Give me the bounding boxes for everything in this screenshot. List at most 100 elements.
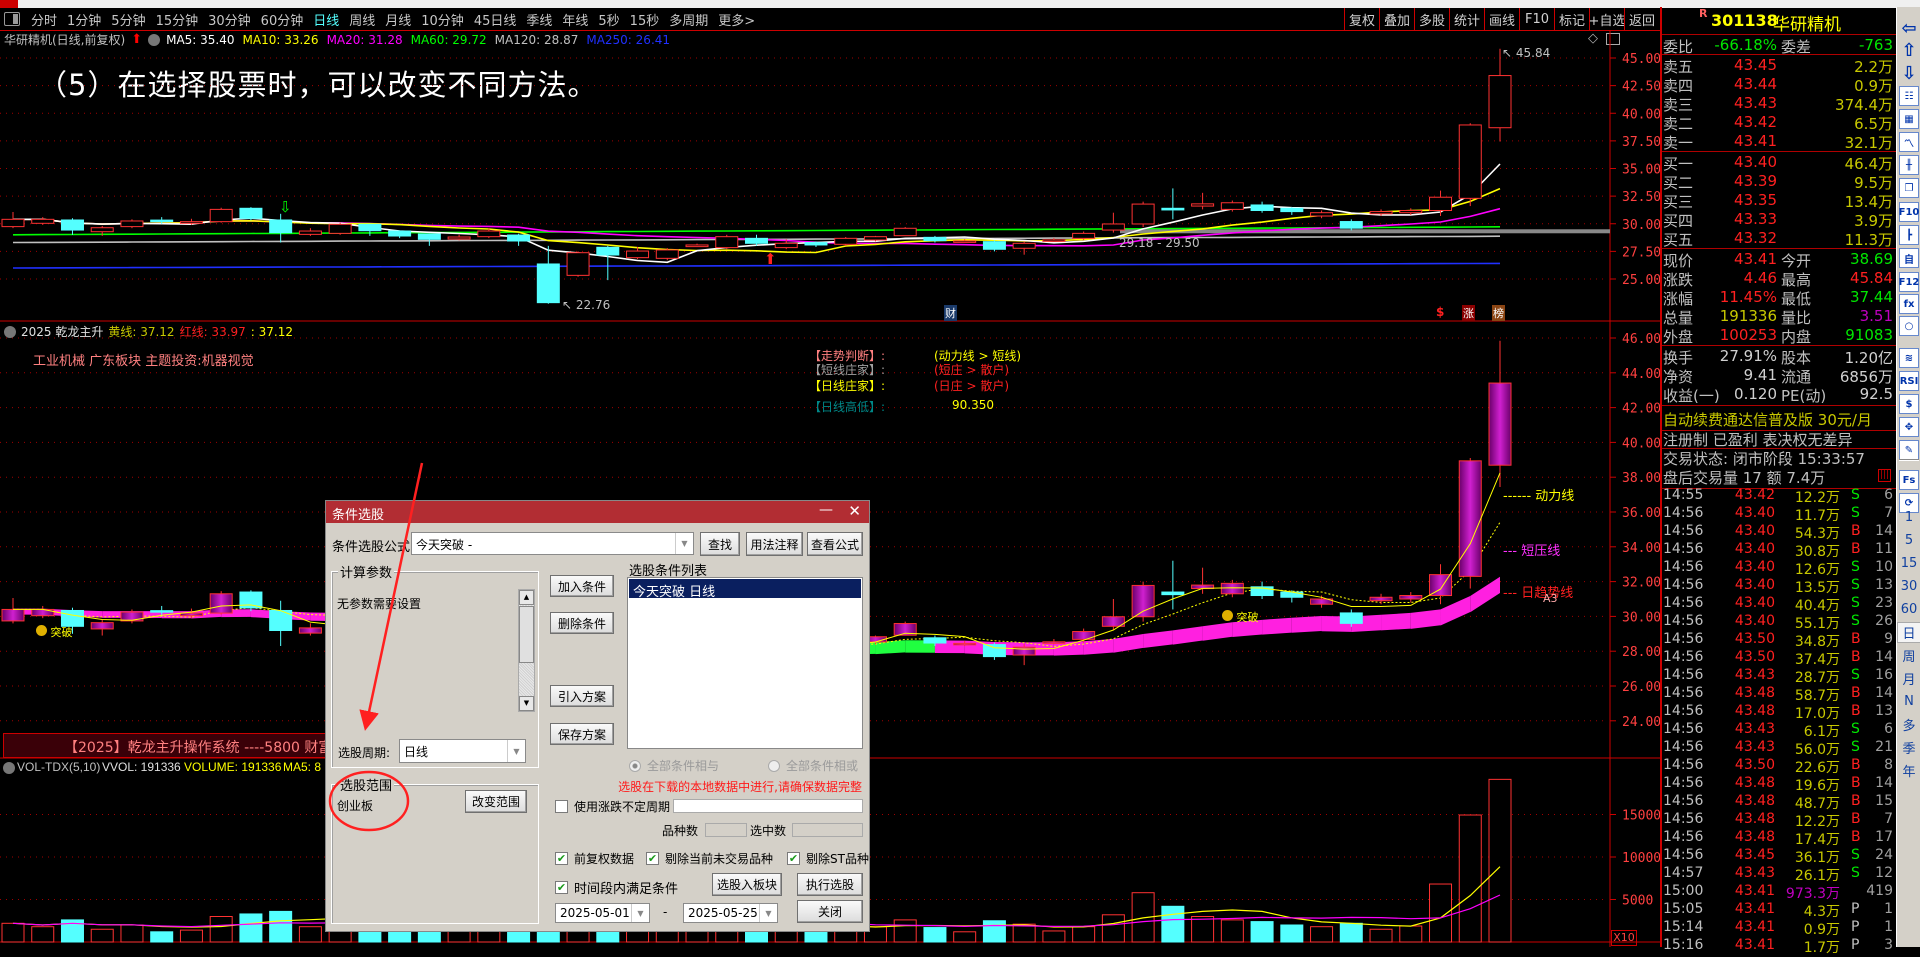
price-candle[interactable] xyxy=(417,233,441,240)
collapse-circle-icon[interactable] xyxy=(3,762,15,774)
price-candle[interactable] xyxy=(834,237,858,245)
limit-up-marker[interactable]: 涨 xyxy=(1462,305,1475,321)
move-icon[interactable]: ✥ xyxy=(1899,417,1919,437)
sidebar-period-2[interactable]: 15 xyxy=(1897,553,1920,574)
dollar-icon[interactable]: $ xyxy=(1899,394,1919,414)
add-condition-button[interactable]: 加入条件 xyxy=(550,575,614,597)
bids-row[interactable]: 买二 43.39 9.5万 xyxy=(1663,172,1894,192)
scroll-down-icon[interactable]: ▼ xyxy=(519,696,534,711)
indicator-candle[interactable] xyxy=(179,612,203,617)
checkbox-icon[interactable]: ✔ xyxy=(787,852,800,865)
indicator-candle[interactable] xyxy=(1072,631,1096,640)
sidebar-period-11[interactable]: 年 xyxy=(1897,760,1920,781)
checkbox-icon[interactable]: ✔ xyxy=(646,852,659,865)
price-candle[interactable] xyxy=(150,219,174,223)
up-arrow-icon[interactable]: ⇧ xyxy=(1899,40,1919,61)
indicator-candle[interactable] xyxy=(90,622,114,630)
view-formula-button[interactable]: 查看公式 xyxy=(807,532,863,556)
volume-bar[interactable] xyxy=(1399,925,1423,943)
system-banner[interactable]: 【2025】乾龙主升操作系统 ----5800 财富币--- xyxy=(3,733,362,758)
volume-bar[interactable] xyxy=(239,913,263,943)
price-candle[interactable] xyxy=(715,236,739,249)
volume-bar[interactable] xyxy=(1191,916,1215,943)
indicator-candle[interactable] xyxy=(298,627,322,634)
price-candle[interactable] xyxy=(1161,207,1185,211)
find-button[interactable]: 查找 xyxy=(700,532,740,556)
volume-bar[interactable] xyxy=(90,928,114,943)
finance-marker[interactable]: 财 xyxy=(944,305,957,321)
price-candle[interactable] xyxy=(745,237,768,244)
price-candle[interactable] xyxy=(60,219,84,231)
asks-row[interactable]: 卖四 43.44 0.9万 xyxy=(1663,75,1894,95)
volume-bar[interactable] xyxy=(1280,924,1304,943)
sidebar-period-9[interactable]: 多 xyxy=(1897,714,1920,735)
price-candle[interactable] xyxy=(209,208,233,223)
volume-bar[interactable] xyxy=(1339,922,1363,943)
price-candle[interactable] xyxy=(239,207,263,219)
price-candle[interactable] xyxy=(447,236,471,240)
price-candle[interactable] xyxy=(1369,211,1393,215)
indicator-candle[interactable] xyxy=(953,642,977,646)
rsi-icon[interactable]: RSI xyxy=(1899,371,1919,391)
price-candle[interactable] xyxy=(685,244,709,248)
volume-bar[interactable] xyxy=(1369,928,1393,943)
checkbox-icon[interactable] xyxy=(555,800,568,813)
indicator-candle[interactable] xyxy=(1,608,25,622)
adjusted-data-checkbox[interactable]: ✔ 前复权数据 xyxy=(555,850,634,867)
import-plan-button[interactable]: 引入方案 xyxy=(550,685,614,707)
f10-icon[interactable]: F10 xyxy=(1899,202,1919,222)
time-range-checkbox[interactable]: ✔ 时间段内满足条件 xyxy=(555,878,678,897)
add-to-block-button[interactable]: 选股入板块 xyxy=(712,873,782,896)
sidebar-period-8[interactable]: N xyxy=(1897,691,1920,712)
checkbox-icon[interactable]: ✔ xyxy=(555,881,568,894)
volume-bar[interactable] xyxy=(1072,926,1096,943)
scroll-thumb[interactable] xyxy=(519,606,534,663)
grid-table-icon[interactable]: ▦ xyxy=(1899,109,1919,129)
indicator-candle[interactable] xyxy=(1220,582,1244,595)
wave-icon[interactable]: ≋ xyxy=(1899,348,1919,368)
date-from-picker[interactable]: 2025-05-01 ▼ xyxy=(555,903,650,923)
usage-notes-button[interactable]: 用法注释 xyxy=(746,532,803,556)
condition-list[interactable]: 今天突破 日线 xyxy=(627,577,863,749)
price-candle[interactable] xyxy=(893,227,917,237)
indicator-candle[interactable] xyxy=(209,593,233,614)
bids-row[interactable]: 买五 43.32 11.3万 xyxy=(1663,229,1894,249)
fs-icon[interactable]: Fs xyxy=(1899,470,1919,490)
volume-bar[interactable] xyxy=(447,930,471,943)
price-candle[interactable] xyxy=(120,220,144,228)
volume-bar[interactable] xyxy=(209,916,233,943)
price-candle[interactable] xyxy=(31,218,55,224)
execute-button[interactable]: 执行选股 xyxy=(797,873,863,896)
price-candle[interactable] xyxy=(1310,212,1334,217)
asks-row[interactable]: 卖二 43.42 6.5万 xyxy=(1663,113,1894,133)
price-candle[interactable] xyxy=(1250,204,1274,211)
asks-row[interactable]: 卖三 43.43 374.4万 xyxy=(1663,94,1894,114)
price-candle[interactable] xyxy=(269,219,293,234)
volume-bar[interactable] xyxy=(179,929,203,943)
price-candle[interactable] xyxy=(1399,209,1423,214)
indicator-candle[interactable] xyxy=(923,637,947,644)
price-candle[interactable] xyxy=(1012,242,1036,249)
sidebar-period-7[interactable]: 月 xyxy=(1897,668,1920,689)
asks-row[interactable]: 卖五 43.45 2.2万 xyxy=(1663,56,1894,76)
indicator-candle[interactable] xyxy=(1161,591,1185,596)
volume-bar[interactable] xyxy=(1488,778,1512,943)
volume-bar[interactable] xyxy=(923,927,947,943)
formula-icon[interactable]: fx xyxy=(1899,294,1919,314)
price-candle[interactable] xyxy=(1429,196,1453,211)
dialog-title-bar[interactable]: 条件选股 — ✕ xyxy=(326,501,869,523)
volume-bar[interactable] xyxy=(1250,921,1274,943)
price-candle[interactable] xyxy=(923,236,947,242)
price-candle[interactable] xyxy=(1101,223,1125,231)
price-candle[interactable] xyxy=(1458,124,1482,199)
line-chart-icon[interactable]: 〽 xyxy=(1899,132,1919,152)
exclude-st-checkbox[interactable]: ✔ 剔除ST品种 xyxy=(787,850,869,867)
indicator-candle[interactable] xyxy=(1488,382,1512,466)
radio-or[interactable]: 全部条件相或 xyxy=(768,757,858,774)
bar-chart-icon[interactable]: ||| xyxy=(1878,469,1891,482)
chevron-down-icon[interactable]: ▼ xyxy=(507,740,525,762)
dollar-marker[interactable]: $ xyxy=(1436,305,1444,319)
price-candle[interactable] xyxy=(982,241,1006,250)
minimize-icon[interactable]: — xyxy=(819,502,833,518)
price-candle[interactable] xyxy=(388,230,412,237)
